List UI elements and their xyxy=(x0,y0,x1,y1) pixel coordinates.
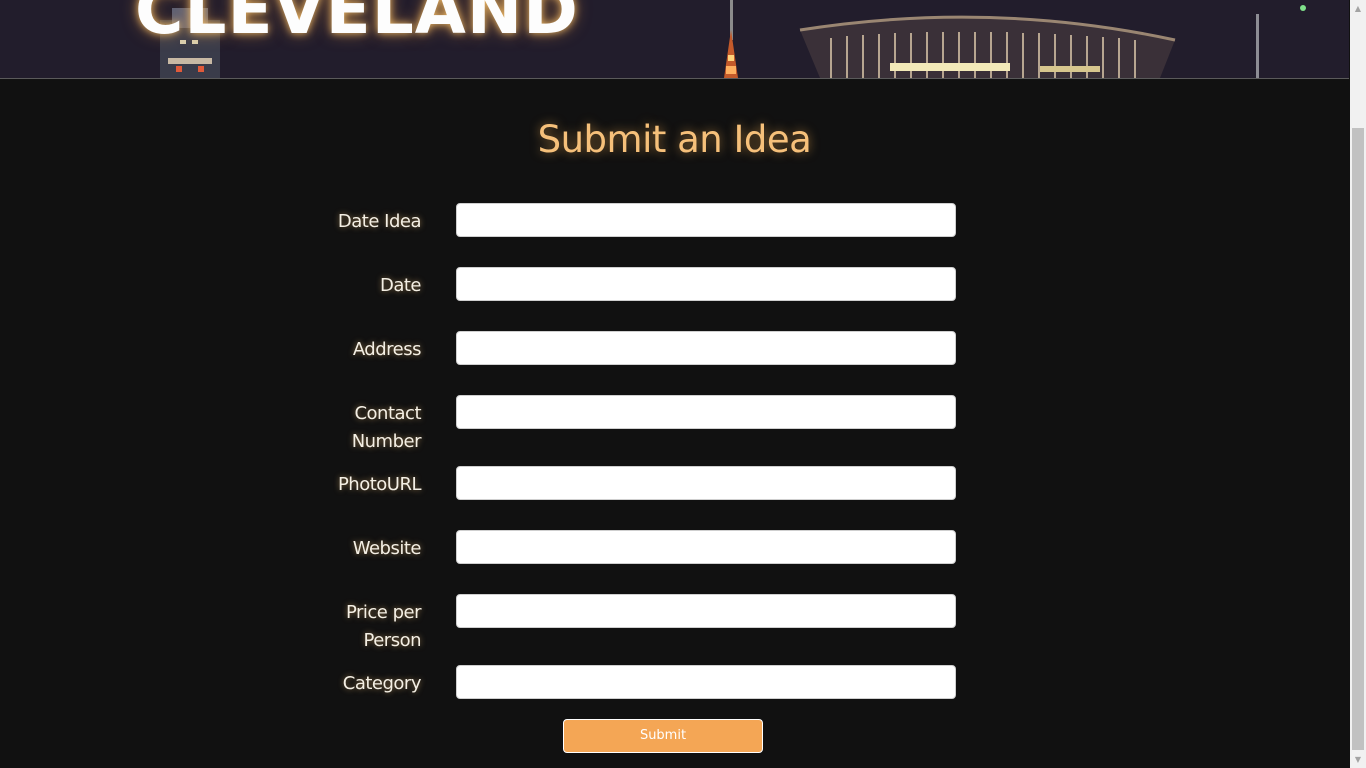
header-banner: CLEVELAND xyxy=(0,0,1349,79)
form-row-contact-number: Contact Number xyxy=(300,395,956,455)
page-viewport: CLEVELAND Submit an Idea Date Idea Date … xyxy=(0,0,1350,768)
price-per-person-label: Price per Person xyxy=(345,602,422,651)
date-idea-input[interactable] xyxy=(456,203,956,237)
form-row-date-idea: Date Idea xyxy=(300,203,956,237)
form-row-photo-url: PhotoURL xyxy=(300,466,956,500)
photo-url-input[interactable] xyxy=(456,466,956,500)
website-label: Website xyxy=(352,538,422,559)
vertical-scrollbar[interactable]: ▲ ▼ xyxy=(1350,0,1366,768)
address-input[interactable] xyxy=(456,331,956,365)
price-per-person-input[interactable] xyxy=(456,594,956,628)
contact-number-label: Contact Number xyxy=(351,403,422,452)
form-row-date: Date xyxy=(300,267,956,301)
submit-button[interactable]: Submit xyxy=(563,719,763,753)
scroll-down-icon[interactable]: ▼ xyxy=(1350,751,1366,768)
form-row-category: Category xyxy=(300,665,956,699)
date-input[interactable] xyxy=(456,267,956,301)
website-input[interactable] xyxy=(456,530,956,564)
form-row-address: Address xyxy=(300,331,956,365)
scrollbar-thumb[interactable] xyxy=(1352,128,1364,750)
category-input[interactable] xyxy=(456,665,956,699)
form-row-website: Website xyxy=(300,530,956,564)
date-label: Date xyxy=(379,275,422,296)
form-row-price-per-person: Price per Person xyxy=(300,594,956,654)
photo-url-label: PhotoURL xyxy=(337,474,422,495)
page-title: Submit an Idea xyxy=(537,118,812,161)
date-idea-label: Date Idea xyxy=(337,211,422,232)
scroll-up-icon[interactable]: ▲ xyxy=(1350,0,1366,17)
contact-number-input[interactable] xyxy=(456,395,956,429)
site-brand-title[interactable]: CLEVELAND xyxy=(135,0,579,44)
address-label: Address xyxy=(352,339,422,360)
category-label: Category xyxy=(342,673,422,694)
